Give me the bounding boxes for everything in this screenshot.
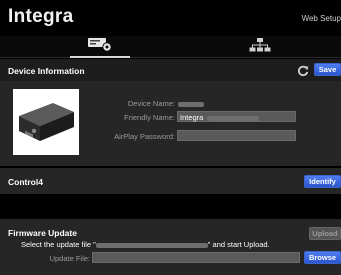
upload-button[interactable]: Upload	[309, 227, 341, 240]
section-title: Device Information	[8, 66, 85, 76]
friendly-name-input[interactable]: Integra	[177, 111, 296, 122]
tab-network[interactable]	[230, 36, 290, 58]
identify-button[interactable]: Identify	[304, 175, 341, 188]
device-settings-icon	[87, 36, 113, 57]
firmware-update-section: Firmware Update Upload Select the update…	[0, 219, 341, 275]
airplay-password-label: AirPlay Password:	[114, 132, 175, 141]
device-name-label: Device Name:	[127, 99, 175, 108]
browse-button[interactable]: Browse	[304, 251, 341, 264]
update-file-input[interactable]	[92, 252, 300, 263]
device-name-value	[178, 99, 204, 108]
control4-section: Control4 Identify	[0, 168, 341, 194]
airplay-password-input[interactable]	[177, 130, 296, 141]
device-image	[13, 89, 79, 155]
integra-logo: Integra	[8, 6, 74, 27]
firmware-instructions: Select the update file " " and start Uplo…	[21, 240, 270, 249]
save-button[interactable]: Save	[314, 63, 341, 76]
refresh-icon[interactable]	[297, 64, 309, 77]
tab-device-settings[interactable]	[70, 36, 130, 58]
page-title: Web Setup	[301, 14, 341, 23]
device-information-section: Device Information Save Device Name: Fri…	[0, 59, 341, 166]
section-title: Firmware Update	[8, 228, 77, 238]
network-icon	[249, 37, 271, 57]
firmware-msg-prefix: Select the update file "	[21, 240, 96, 249]
section-title: Control4	[8, 177, 43, 187]
update-file-label: Update File:	[49, 254, 90, 263]
firmware-msg-suffix: " and start Upload.	[207, 240, 270, 249]
nav-bar	[0, 36, 341, 58]
friendly-name-label: Friendly Name:	[124, 113, 175, 122]
header: Integra Web Setup	[0, 0, 341, 36]
friendly-name-text: Integra	[180, 113, 204, 122]
